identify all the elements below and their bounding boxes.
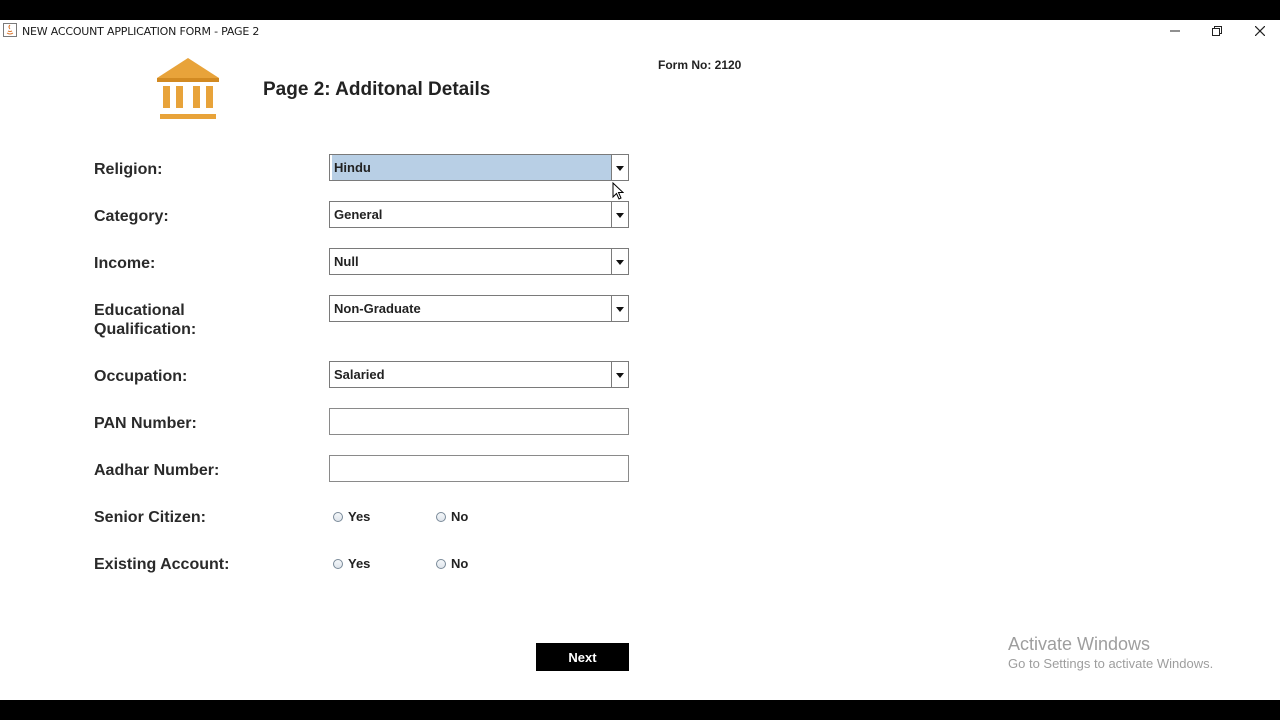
education-label-line2: Qualification: [94,321,197,338]
religion-value: Hindu [332,155,612,180]
app-window: NEW ACCOUNT APPLICATION FORM - PAGE 2 Pa… [0,20,1280,700]
title-bar: NEW ACCOUNT APPLICATION FORM - PAGE 2 [0,20,1280,42]
java-app-icon [3,23,17,37]
radio-circle-icon[interactable] [436,511,446,522]
minimize-button[interactable] [1153,20,1197,42]
religion-label: Religion: [94,161,163,178]
existing-account-label: Existing Account: [94,556,230,573]
radio-label: Yes [348,556,371,571]
chevron-down-icon[interactable] [611,202,628,227]
income-dropdown[interactable]: Null [329,248,629,275]
occupation-label: Occupation: [94,368,188,385]
window-title: NEW ACCOUNT APPLICATION FORM - PAGE 2 [22,25,260,38]
pan-label: PAN Number: [94,415,197,432]
chevron-down-icon[interactable] [611,249,628,274]
bank-icon [157,58,219,119]
watermark-title: Activate Windows [1008,634,1151,654]
radio-label: No [451,509,469,524]
aadhar-label: Aadhar Number: [94,462,220,479]
page-title: Page 2: Additonal Details [263,79,491,100]
close-button[interactable] [1238,20,1280,42]
income-label: Income: [94,255,156,272]
pan-number-input[interactable] [329,408,629,435]
senior-citizen-label: Senior Citizen: [94,509,207,526]
radio-label: Yes [348,509,371,524]
radio-circle-icon[interactable] [333,511,343,522]
radio-circle-icon[interactable] [333,558,343,569]
close-icon [1255,26,1265,36]
education-label-line1: Educational [94,302,185,319]
occupation-dropdown[interactable]: Salaried [329,361,629,388]
income-value: Null [334,254,359,269]
category-value: General [334,207,383,222]
education-value: Non-Graduate [334,301,421,316]
senior-citizen-no-radio[interactable]: No [436,509,468,524]
category-label: Category: [94,208,169,225]
existing-account-yes-radio[interactable]: Yes [333,556,370,571]
watermark-subtitle: Go to Settings to activate Windows. [1008,656,1214,671]
chevron-down-icon[interactable] [611,296,628,321]
radio-circle-icon[interactable] [436,558,446,569]
chevron-down-icon[interactable] [611,362,628,387]
existing-account-no-radio[interactable]: No [436,556,468,571]
occupation-value: Salaried [334,367,385,382]
next-button[interactable]: Next [536,643,629,671]
education-dropdown[interactable]: Non-Graduate [329,295,629,322]
senior-citizen-yes-radio[interactable]: Yes [333,509,370,524]
activate-windows-watermark: Activate Windows Go to Settings to activ… [1008,633,1213,673]
radio-label: No [451,556,469,571]
restore-button[interactable] [1195,20,1239,42]
religion-dropdown[interactable]: Hindu [329,154,629,181]
form-number: Form No: 2120 [658,58,742,72]
category-dropdown[interactable]: General [329,201,629,228]
aadhar-number-input[interactable] [329,455,629,482]
chevron-down-icon[interactable] [611,155,628,180]
restore-icon [1212,26,1222,36]
minimize-icon [1170,30,1180,32]
mouse-cursor-icon [612,182,624,200]
